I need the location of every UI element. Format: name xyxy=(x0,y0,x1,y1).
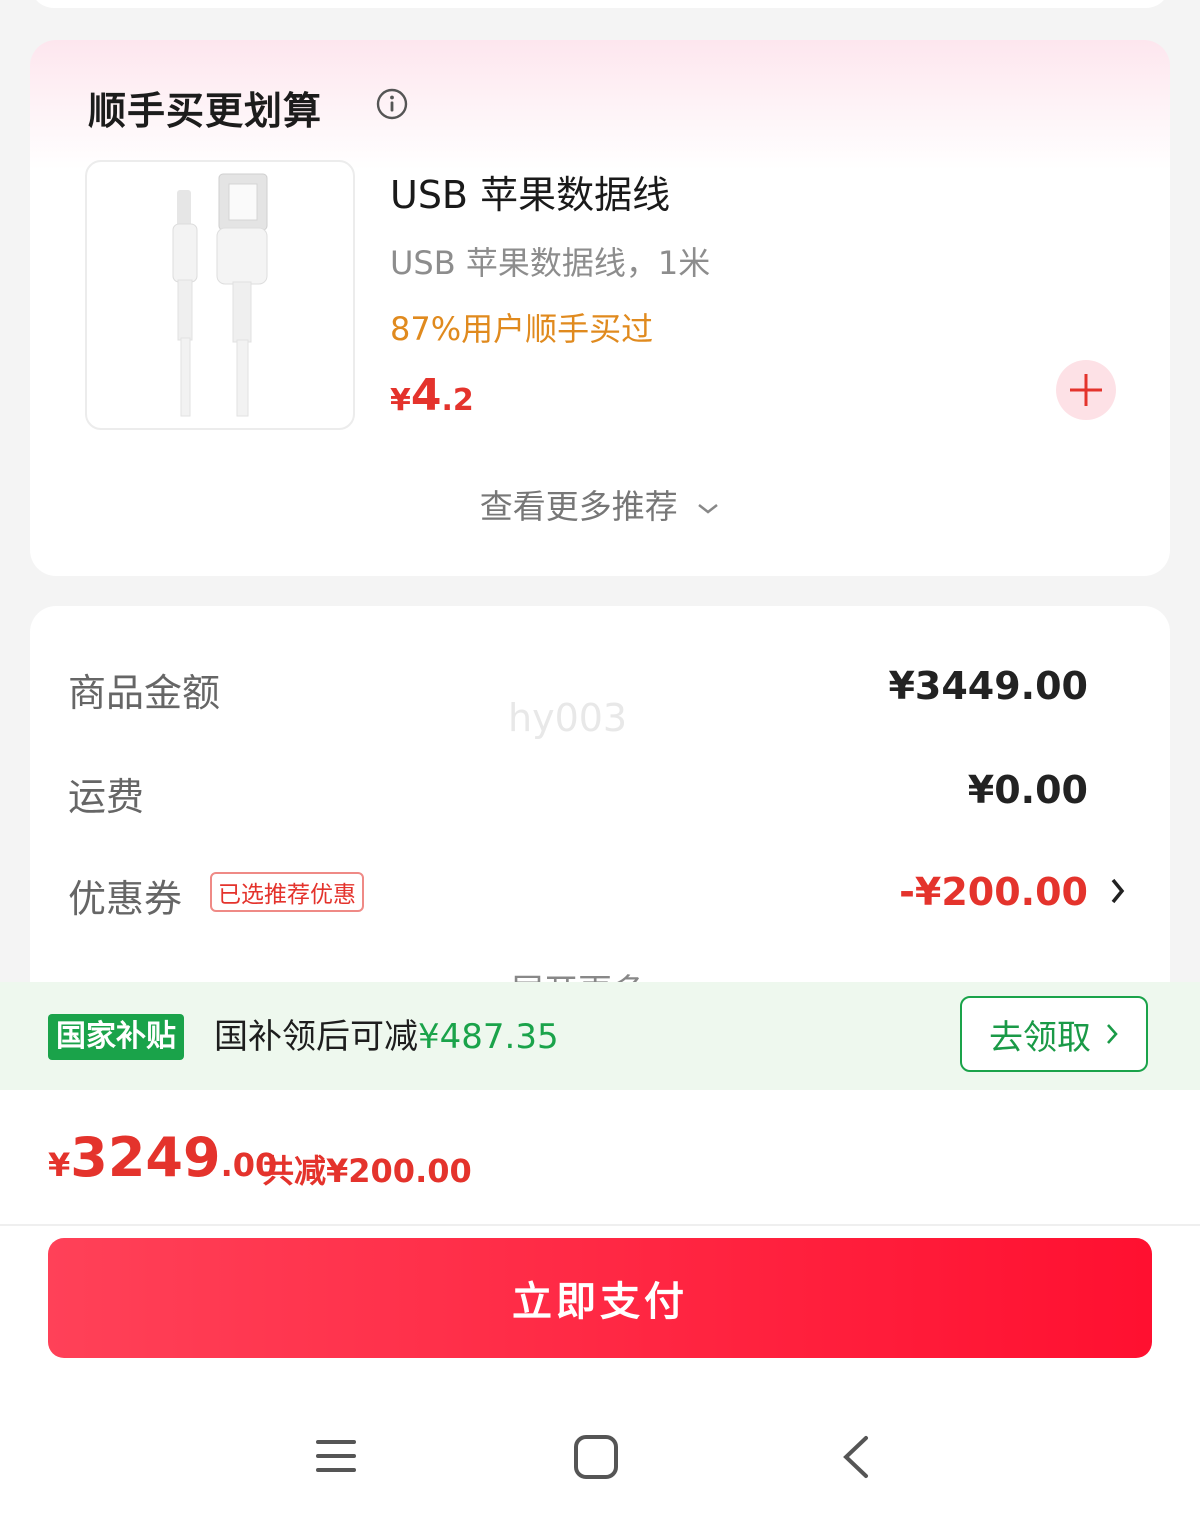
price-decimal: .2 xyxy=(441,383,474,418)
subsidy-amount: ¥487.35 xyxy=(418,1017,559,1057)
subsidy-tag: 国家补贴 xyxy=(48,1014,184,1060)
subsidy-description: 国补领后可减 xyxy=(214,1017,418,1057)
shipping-label: 运费 xyxy=(68,775,145,819)
subsidy-text: 国补领后可减¥487.35 xyxy=(214,1014,559,1060)
total-price: ¥3249.00 xyxy=(48,1126,277,1189)
price-symbol: ¥ xyxy=(390,383,411,418)
watermark: hy003 xyxy=(508,696,628,740)
more-recommendations-label: 查看更多推荐 xyxy=(479,487,678,526)
addon-recommend-card: 顺手买更划算 USB 苹果数据线 USB 苹果数据线，1米 87%用户顺手买过 … xyxy=(30,40,1170,576)
info-icon[interactable] xyxy=(376,88,408,120)
product-name[interactable]: USB 苹果数据线 xyxy=(390,164,670,219)
chevron-right-icon xyxy=(1107,1024,1118,1044)
goods-amount-value: ¥3449.00 xyxy=(888,664,1088,708)
home-icon[interactable] xyxy=(573,1434,619,1480)
back-icon[interactable] xyxy=(838,1434,874,1480)
price-integer: 4 xyxy=(410,370,442,421)
product-purchase-tag: 87%用户顺手买过 xyxy=(390,310,654,348)
product-price: ¥4.2 xyxy=(390,370,474,421)
menu-icon[interactable] xyxy=(314,1434,358,1478)
coupon-label: 优惠券 xyxy=(68,877,183,921)
total-price-symbol: ¥ xyxy=(48,1146,71,1184)
chevron-right-icon[interactable] xyxy=(1108,874,1128,908)
national-subsidy-bar: 国家补贴 国补领后可减¥487.35 去领取 xyxy=(0,982,1200,1090)
more-recommendations-button[interactable]: 查看更多推荐 xyxy=(30,480,1170,528)
plus-icon xyxy=(1070,374,1102,406)
claim-subsidy-button[interactable]: 去领取 xyxy=(960,996,1148,1072)
pay-now-button[interactable]: 立即支付 xyxy=(48,1238,1152,1358)
total-discount: 共减¥200.00 xyxy=(262,1152,472,1190)
order-total-area: ¥3249.00 共减¥200.00 xyxy=(0,1090,1200,1226)
total-price-integer: 3249 xyxy=(70,1126,221,1189)
price-summary-card: hy003 商品金额 ¥3449.00 运费 ¥0.00 优惠券 已选推荐优惠 … xyxy=(30,606,1170,1026)
goods-amount-label: 商品金额 xyxy=(68,671,221,715)
previous-card-edge xyxy=(30,0,1170,8)
addon-title: 顺手买更划算 xyxy=(88,89,323,133)
product-description: USB 苹果数据线，1米 xyxy=(390,244,711,282)
bottom-action-area: 立即支付 xyxy=(0,1226,1200,1536)
usb-cable-image xyxy=(172,173,268,417)
coupon-badge: 已选推荐优惠 xyxy=(210,872,364,912)
chevron-down-icon xyxy=(698,503,719,514)
claim-subsidy-label: 去领取 xyxy=(989,1017,1091,1058)
shipping-value: ¥0.00 xyxy=(967,768,1088,812)
coupon-value[interactable]: -¥200.00 xyxy=(899,870,1088,914)
add-to-order-button[interactable] xyxy=(1056,360,1116,420)
product-thumbnail[interactable] xyxy=(85,160,355,430)
